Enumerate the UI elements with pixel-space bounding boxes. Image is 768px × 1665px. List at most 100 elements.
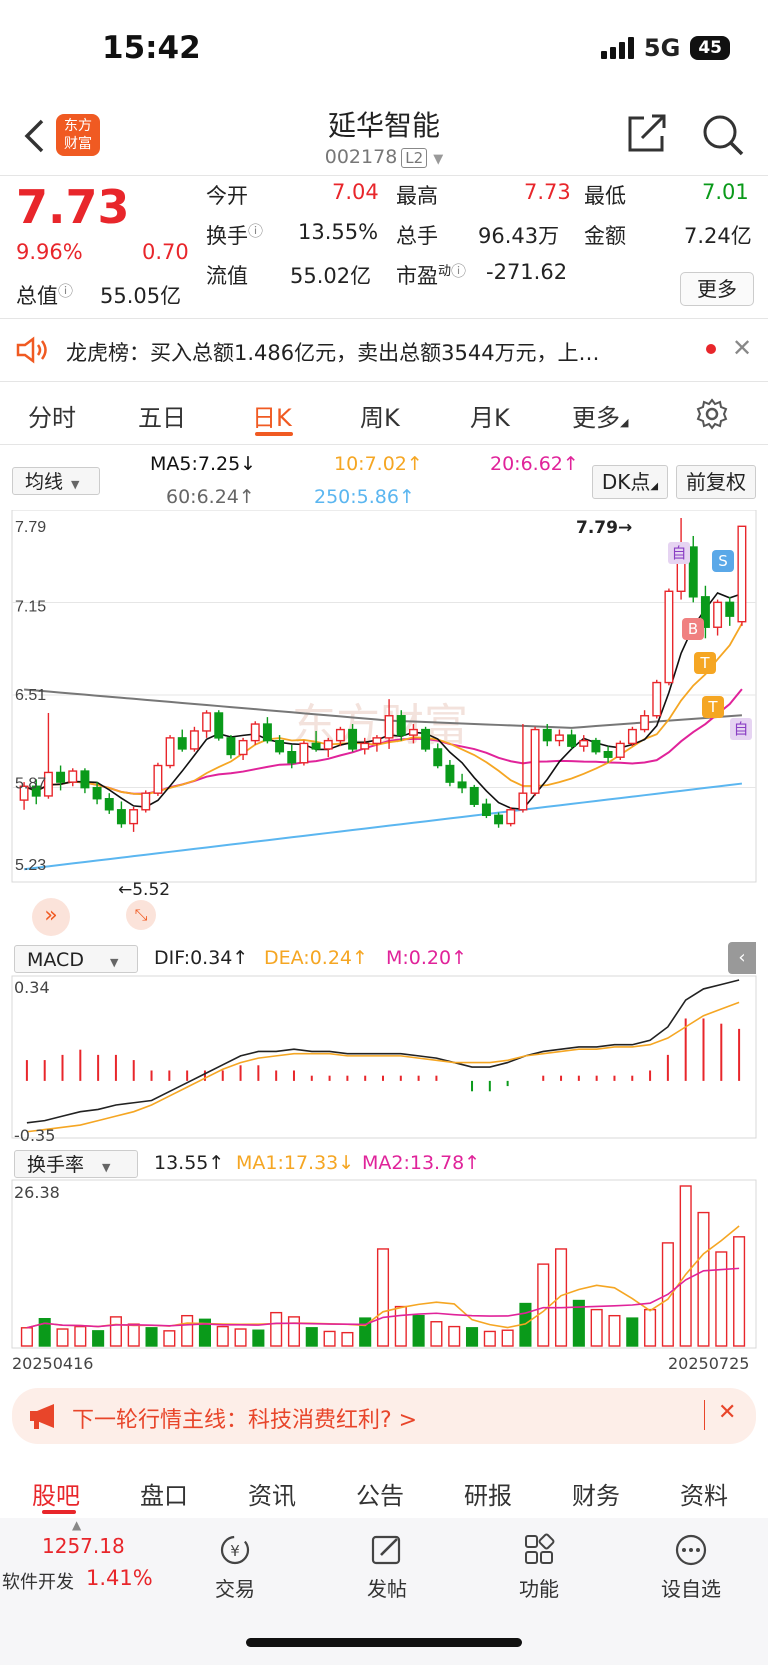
candle-body: [250, 723, 260, 742]
tab-monthly-k[interactable]: 月K: [470, 398, 510, 433]
float-label: 流值: [206, 264, 248, 288]
promo-banner[interactable]: 下一轮行情主线：科技消费红利? > ✕: [12, 1388, 756, 1444]
tab-research[interactable]: 研报: [464, 1476, 512, 1511]
candle-body: [323, 739, 333, 750]
tab-five-day[interactable]: 五日: [138, 398, 186, 433]
turnover-bar: [697, 1211, 710, 1347]
candle-body: [311, 742, 321, 750]
candle-body: [603, 750, 613, 758]
indicator-select[interactable]: 均线 ▼: [12, 467, 100, 495]
mcap-label[interactable]: 总值ⓘ: [16, 280, 73, 310]
tab-news[interactable]: 资讯: [248, 1476, 296, 1511]
period-tabs: 分时 五日 日K 周K 月K 更多◢: [0, 382, 768, 444]
candle-body: [737, 525, 747, 623]
share-button[interactable]: [624, 112, 670, 154]
search-button[interactable]: [700, 112, 746, 158]
tag-buy[interactable]: B: [682, 618, 704, 640]
tab-more[interactable]: 更多◢: [572, 398, 628, 433]
candle-body: [664, 590, 674, 684]
macd-select[interactable]: MACD ▼: [14, 945, 138, 973]
post-label: 发帖: [367, 1577, 407, 1601]
candle-body: [141, 792, 151, 811]
trade-label: 交易: [215, 1577, 255, 1601]
float-value: 55.02亿: [290, 264, 372, 288]
ma20-label: 20:6.62↑: [490, 453, 579, 475]
adjust-button[interactable]: 前复权: [676, 465, 756, 499]
tab-intraday[interactable]: 分时: [28, 398, 76, 433]
dk-point-button[interactable]: DK点◢: [592, 465, 668, 499]
pe-label[interactable]: 市盈动ⓘ: [396, 260, 466, 290]
tab-daily-k[interactable]: 日K: [252, 398, 292, 433]
candle-body: [518, 792, 528, 811]
close-icon[interactable]: ✕: [718, 1400, 736, 1425]
turnover-bar: [305, 1327, 318, 1347]
tab-weekly-k[interactable]: 周K: [360, 398, 400, 433]
expand-icon[interactable]: »: [32, 898, 70, 936]
function-label: 功能: [519, 1577, 559, 1601]
candle-body: [189, 730, 199, 750]
ma5-label: MA5:7.25↓: [150, 453, 257, 475]
amount-value: 7.24亿: [684, 224, 752, 248]
promo-divider: [704, 1400, 705, 1430]
notice-bar[interactable]: 龙虎榜：买入总额1.486亿元，卖出总额3544万元，上… ✕: [0, 320, 768, 380]
turnover-label[interactable]: 换手ⓘ: [206, 220, 263, 250]
tab-finance[interactable]: 财务: [572, 1476, 620, 1511]
candle-body: [530, 728, 540, 794]
sector-index-value[interactable]: 1257.18: [42, 1534, 125, 1558]
macd-select-label: MACD: [27, 949, 84, 971]
candle-body: [554, 734, 564, 742]
collapse-panel-button[interactable]: ‹: [728, 942, 756, 974]
more-button[interactable]: 更多: [680, 272, 754, 306]
candle-body: [360, 742, 370, 750]
turnover-y-top: 26.38: [14, 1183, 60, 1202]
divider: [0, 444, 768, 445]
svg-text:¥: ¥: [230, 1542, 240, 1560]
post-button[interactable]: 发帖: [332, 1532, 442, 1602]
candle-body: [238, 739, 248, 756]
tab-pankou[interactable]: 盘口: [140, 1476, 188, 1511]
turnover-bar: [163, 1330, 176, 1347]
turnover-bar: [626, 1317, 639, 1347]
indicator-select-label: 均线: [25, 471, 64, 493]
turnover-bar: [448, 1325, 461, 1347]
turnover-bar: [270, 1311, 283, 1347]
tab-announcements[interactable]: 公告: [356, 1476, 404, 1511]
turnover-select[interactable]: 换手率 ▼: [14, 1150, 138, 1178]
candle-body: [445, 764, 455, 783]
candle-body: [335, 728, 345, 742]
tag-t[interactable]: T: [702, 696, 724, 718]
gear-icon[interactable]: [696, 398, 728, 430]
tag-sell[interactable]: S: [712, 550, 734, 572]
trade-button[interactable]: ¥ 交易: [180, 1532, 290, 1602]
close-icon[interactable]: ✕: [732, 334, 752, 362]
caret-down-icon: ▼: [71, 478, 80, 491]
tab-profile[interactable]: 资料: [680, 1476, 728, 1511]
price-axis-label: 6.51: [15, 687, 46, 704]
candle-body: [287, 750, 297, 764]
ma60-label: 60:6.24↑: [166, 486, 255, 508]
candle-body: [129, 809, 139, 825]
dk-label: DK点: [601, 470, 651, 494]
low-label: 最低: [584, 184, 626, 208]
macd-dif-line: [26, 979, 740, 1124]
candle-body: [713, 601, 723, 628]
add-watchlist-button[interactable]: 设自选: [636, 1532, 746, 1602]
candle-body: [542, 728, 552, 742]
open-label: 今开: [206, 184, 248, 208]
tag-zi[interactable]: 自: [668, 542, 690, 564]
macd-y-bottom: -0.35: [14, 1126, 56, 1145]
watch-label: 设自选: [661, 1577, 721, 1601]
date-start: 20250416: [12, 1354, 94, 1373]
candle-body: [68, 770, 78, 783]
pe-value: -271.62: [486, 260, 568, 284]
sector-name[interactable]: 软件开发: [2, 1568, 74, 1594]
candle-body: [214, 712, 224, 739]
candle-body: [299, 742, 309, 764]
fullscreen-icon[interactable]: ⤡: [126, 900, 156, 930]
tab-guba[interactable]: 股吧: [32, 1476, 80, 1511]
tag-zi[interactable]: 自: [730, 718, 752, 740]
speaker-icon: [16, 336, 47, 364]
candle-body: [506, 809, 516, 825]
function-button[interactable]: 功能: [484, 1532, 594, 1602]
tag-t[interactable]: T: [694, 652, 716, 674]
